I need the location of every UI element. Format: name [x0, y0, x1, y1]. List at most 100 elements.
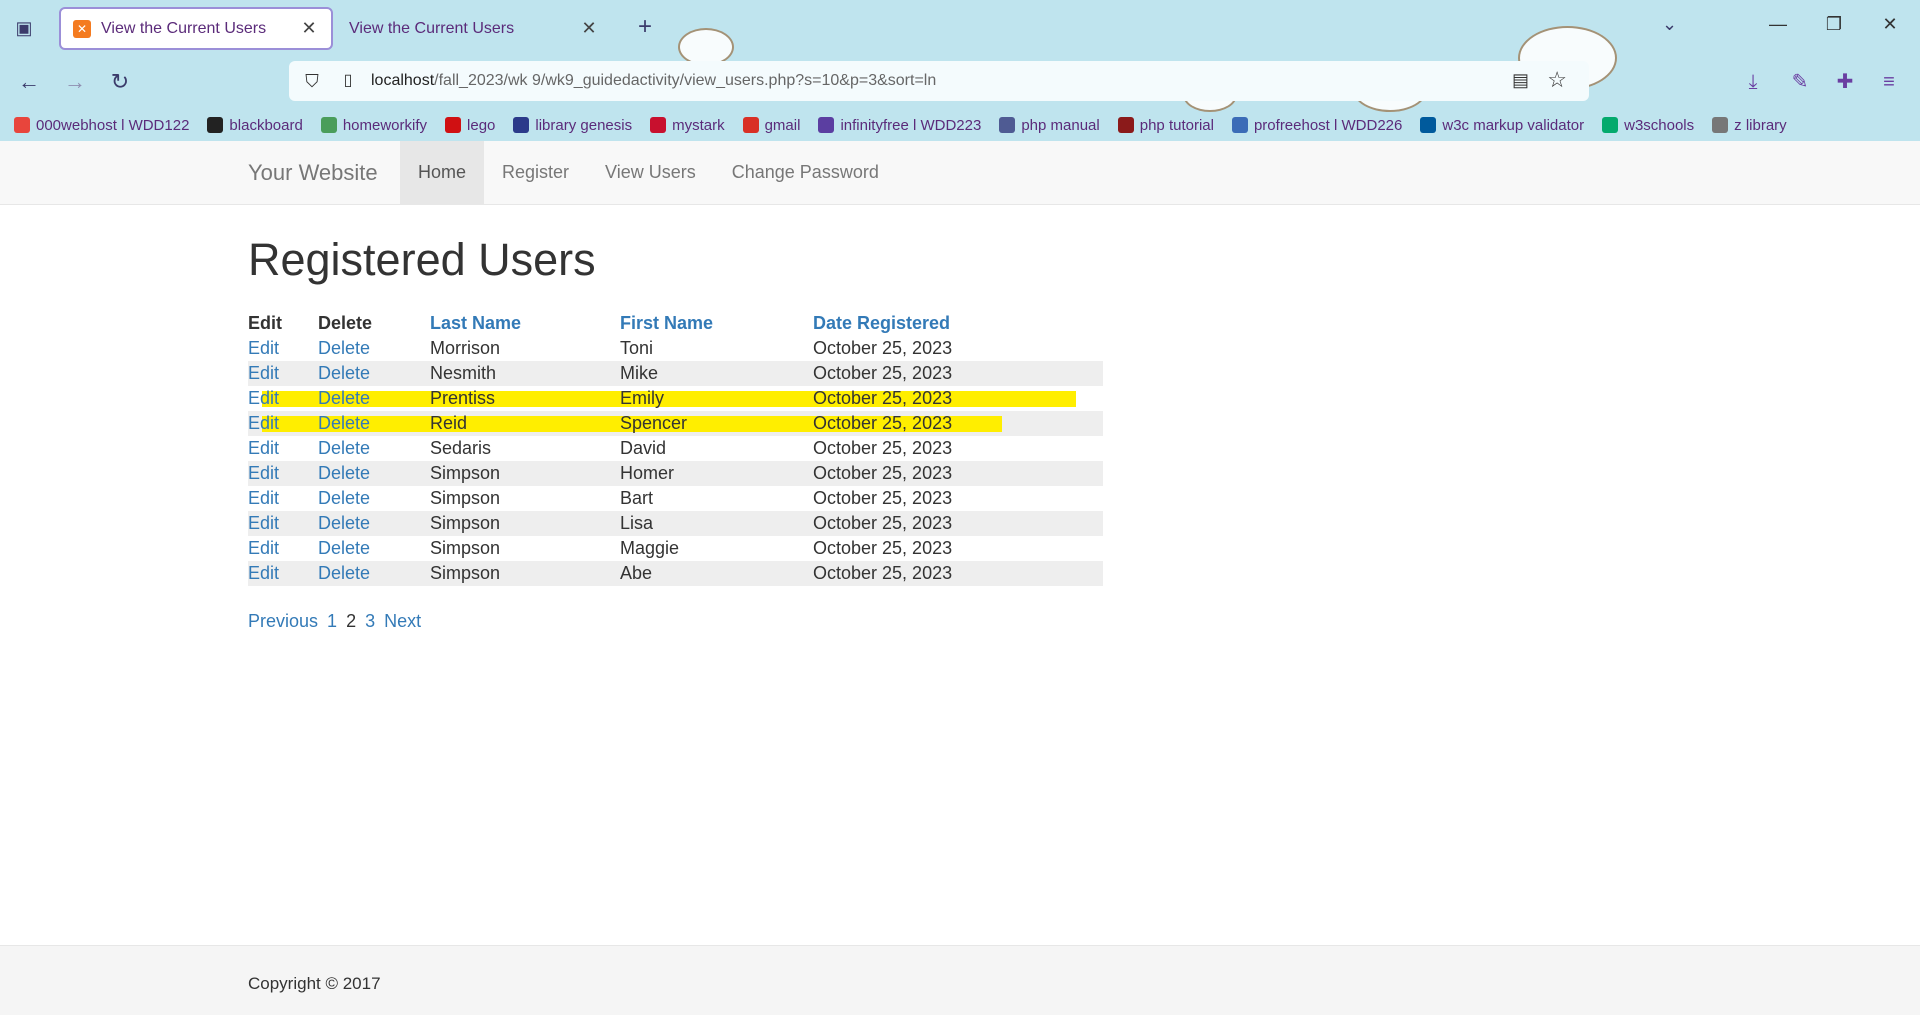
profreehost-icon — [1231, 117, 1248, 133]
last-name-cell: Simpson — [430, 538, 501, 558]
table-row: Edit Delete Nesmith Mike October 25, 2023 — [248, 361, 1103, 386]
edit-link[interactable]: Edit — [248, 438, 279, 458]
edit-link[interactable]: Edit — [248, 538, 279, 558]
table-row: Edit Delete Simpson Maggie October 25, 2023 — [248, 536, 1103, 561]
bookmark-item[interactable]: w3c markup validator — [1420, 117, 1584, 134]
url-text[interactable]: localhost/fall_2023/wk 9/wk9_guidedactiv… — [371, 72, 936, 90]
restore-icon[interactable]: ❐ — [1822, 14, 1846, 35]
table-cell: Edit — [248, 411, 318, 436]
first-name-cell: David — [620, 438, 667, 458]
back-button[interactable]: ← — [14, 67, 44, 97]
delete-link[interactable]: Delete — [318, 413, 370, 433]
sync-icon[interactable]: ✎ — [1785, 67, 1815, 97]
chevron-down-icon[interactable]: ⌄ — [1662, 14, 1677, 35]
bookmark-item[interactable]: w3schools — [1602, 117, 1694, 134]
delete-link[interactable]: Delete — [318, 538, 370, 558]
edit-link[interactable]: Edit — [248, 388, 279, 408]
bookmark-label: infinityfree l WDD223 — [840, 116, 982, 134]
table-cell: Mike — [620, 361, 813, 386]
delete-link[interactable]: Delete — [318, 563, 370, 583]
table-row: Edit Delete Reid Spencer October 25, 2023 — [248, 411, 1103, 436]
table-cell: Edit — [248, 511, 318, 536]
reader-view-icon[interactable]: ▤ — [1512, 70, 1529, 91]
delete-link[interactable]: Delete — [318, 488, 370, 508]
close-window-icon[interactable]: ✕ — [1878, 14, 1902, 35]
downloads-icon[interactable]: ⤓ — [1738, 67, 1768, 97]
nav-register[interactable]: Register — [484, 141, 587, 204]
table-cell: Edit — [248, 461, 318, 486]
edit-link[interactable]: Edit — [248, 413, 279, 433]
date-registered-cell: October 25, 2023 — [813, 338, 953, 358]
pagination-previous-link[interactable]: Previous — [248, 611, 318, 631]
w3schools-icon — [1602, 117, 1619, 133]
address-bar[interactable]: ⛉ ▯ localhost/fall_2023/wk 9/wk9_guideda… — [289, 61, 1589, 101]
table-cell: Abe — [620, 561, 813, 586]
delete-link[interactable]: Delete — [318, 338, 370, 358]
close-tab-icon[interactable]: ✕ — [579, 18, 599, 39]
tab-view-users-active[interactable]: ✕ View the Current Users ✕ — [59, 7, 333, 50]
bookmark-item[interactable]: mystark — [650, 117, 725, 134]
edit-link[interactable]: Edit — [248, 338, 279, 358]
navigation-toolbar: ← → ↻ ⛉ ▯ localhost/fall_2023/wk 9/wk9_g… — [0, 55, 1920, 107]
edit-link[interactable]: Edit — [248, 488, 279, 508]
delete-link[interactable]: Delete — [318, 388, 370, 408]
shield-icon[interactable]: ⛉ — [301, 70, 323, 92]
pagination-page-1-link[interactable]: 1 — [327, 611, 337, 631]
menu-icon[interactable]: ≡ — [1874, 67, 1904, 97]
first-name-cell: Bart — [620, 488, 654, 508]
forward-button[interactable]: → — [60, 67, 90, 97]
tab-list-button[interactable]: ▣ — [10, 14, 38, 42]
bookmark-item[interactable]: gmail — [742, 117, 800, 134]
delete-link[interactable]: Delete — [318, 463, 370, 483]
table-row: Edit Delete Morrison Toni October 25, 2023 — [248, 336, 1103, 361]
url-path: /fall_2023/wk 9/wk9_guidedactivity/view_… — [434, 72, 937, 89]
reload-button[interactable]: ↻ — [105, 67, 135, 97]
first-name-cell: Homer — [620, 463, 675, 483]
site-brand[interactable]: Your Website — [248, 160, 378, 186]
first-name-cell: Toni — [620, 338, 654, 358]
sort-first-name-link[interactable]: First Name — [620, 311, 813, 336]
pagination-page-3-link[interactable]: 3 — [365, 611, 375, 631]
bookmark-item[interactable]: homeworkify — [320, 117, 427, 134]
delete-link[interactable]: Delete — [318, 438, 370, 458]
table-cell: Simpson — [430, 461, 620, 486]
bookmark-item[interactable]: blackboard — [207, 117, 303, 134]
edit-link[interactable]: Edit — [248, 363, 279, 383]
table-cell: Maggie — [620, 536, 813, 561]
tab-view-users[interactable]: View the Current Users ✕ — [337, 7, 611, 50]
table-cell: Delete — [318, 336, 430, 361]
nav-view-users[interactable]: View Users — [587, 141, 714, 204]
bookmark-label: php tutorial — [1139, 116, 1214, 134]
bookmark-item[interactable]: z library — [1712, 117, 1787, 134]
pagination-next-link[interactable]: Next — [384, 611, 421, 631]
edit-link[interactable]: Edit — [248, 463, 279, 483]
close-tab-icon[interactable]: ✕ — [299, 18, 319, 39]
bookmark-item[interactable]: library genesis — [513, 117, 632, 134]
last-name-cell: Simpson — [430, 463, 501, 483]
bookmark-item[interactable]: infinityfree l WDD223 — [818, 117, 981, 134]
bookmark-item[interactable]: lego — [445, 117, 495, 134]
nav-home[interactable]: Home — [400, 141, 485, 204]
sort-date-registered-link[interactable]: Date Registered — [813, 311, 1103, 336]
minimize-icon[interactable]: — — [1766, 14, 1790, 35]
bookmark-item[interactable]: profreehost l WDD226 — [1231, 117, 1402, 134]
table-cell: Delete — [318, 436, 430, 461]
table-cell: Edit — [248, 336, 318, 361]
delete-link[interactable]: Delete — [318, 363, 370, 383]
table-cell: October 25, 2023 — [813, 436, 1103, 461]
edit-link[interactable]: Edit — [248, 563, 279, 583]
bookmark-item[interactable]: 000webhost l WDD122 — [14, 117, 189, 134]
bookmark-label: lego — [467, 116, 496, 134]
new-tab-button[interactable]: + — [630, 12, 660, 42]
star-icon[interactable]: ☆ — [1547, 67, 1567, 93]
sort-last-name-link[interactable]: Last Name — [430, 311, 620, 336]
delete-link[interactable]: Delete — [318, 513, 370, 533]
bookmark-item[interactable]: php tutorial — [1117, 116, 1214, 134]
page-icon[interactable]: ▯ — [337, 70, 359, 92]
last-name-cell: Simpson — [430, 513, 501, 533]
nav-change-password[interactable]: Change Password — [714, 141, 897, 204]
first-name-cell: Spencer — [620, 413, 688, 433]
edit-link[interactable]: Edit — [248, 513, 279, 533]
extensions-icon[interactable]: ✚ — [1830, 67, 1860, 97]
bookmark-item[interactable]: php manual — [999, 117, 1100, 134]
